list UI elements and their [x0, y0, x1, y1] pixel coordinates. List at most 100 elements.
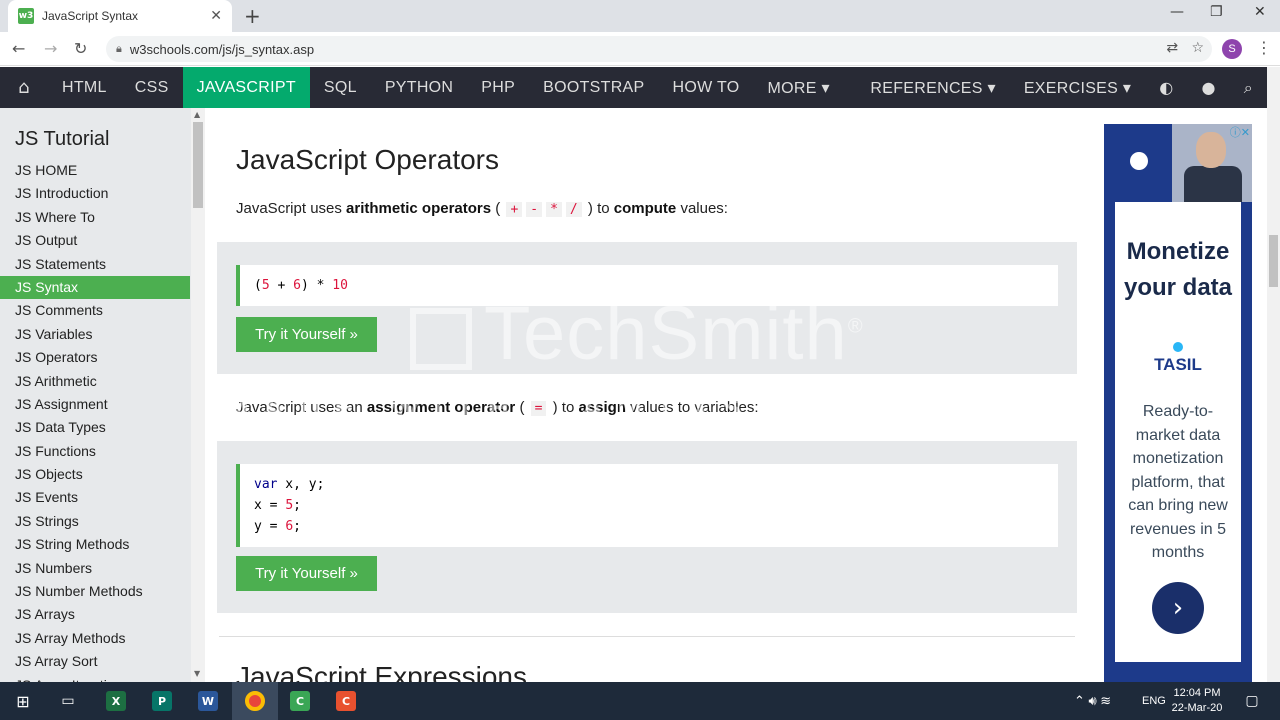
ad-arrow-button[interactable]: › [1152, 582, 1204, 634]
sidebar-link[interactable]: JS Assignment [0, 393, 190, 416]
para-text: JavaScript uses [236, 200, 347, 217]
theme-toggle-icon[interactable]: ◐ [1145, 67, 1187, 108]
address-bar-row: ← → ↻ 🔒︎ w3schools.com/js/js_syntax.asp … [0, 32, 1280, 66]
sidebar-link[interactable]: JS Variables [0, 323, 190, 346]
para-bold: assignment operator [366, 399, 516, 416]
camtasia-recorder-icon[interactable]: C [334, 682, 358, 720]
w3schools-favicon-icon: w3 [18, 8, 34, 24]
taskbar-clock[interactable]: 12:04 PM 22-Mar-20 [1168, 686, 1226, 716]
try-it-yourself-button[interactable]: Try it Yourself » [236, 556, 377, 591]
divider [219, 636, 1075, 637]
language-indicator[interactable]: ENG [1142, 682, 1166, 720]
sidebar-link[interactable]: JS Number Methods [0, 580, 190, 603]
url-text[interactable]: w3schools.com/js/js_syntax.asp [130, 42, 314, 57]
profile-avatar[interactable]: S [1222, 39, 1242, 59]
system-tray-icons[interactable]: ⌃ 🔊︎ ≋ [1074, 682, 1144, 720]
sidebar-link[interactable]: JS Introduction [0, 182, 190, 205]
sidebar-link[interactable]: JS Objects [0, 463, 190, 486]
sidebar-link[interactable]: JS Array Iteration [0, 674, 190, 682]
nav-more[interactable]: MORE ▾ [754, 67, 844, 108]
para-text: ) to [583, 200, 614, 217]
publisher-icon[interactable]: P [150, 682, 174, 720]
translate-and-star-icons[interactable]: ⇄ ☆ [1166, 40, 1204, 56]
forward-icon[interactable]: → [44, 39, 57, 58]
code-block: var x, y; x = 5; y = 6; [236, 464, 1058, 547]
url-omnibox[interactable]: 🔒︎ w3schools.com/js/js_syntax.asp ⇄ ☆ [106, 36, 1212, 62]
nav-bootstrap[interactable]: BOOTSTRAP [529, 67, 658, 108]
nav-how-to[interactable]: HOW TO [659, 67, 754, 108]
nav-references[interactable]: REFERENCES ▾ [856, 67, 1009, 108]
sidebar-title: JS Tutorial [15, 128, 110, 150]
nav-css[interactable]: CSS [121, 67, 183, 108]
example-box: (5 + 6) * 10 Try it Yourself » [217, 242, 1077, 374]
para-text: values: [676, 200, 728, 217]
notifications-icon[interactable]: ▢ [1240, 682, 1264, 720]
sidebar-link[interactable]: JS Numbers [0, 557, 190, 580]
sidebar-link[interactable]: JS Output [0, 229, 190, 252]
sidebar-link[interactable]: JS Arithmetic [0, 370, 190, 393]
new-tab-icon[interactable]: + [244, 4, 261, 28]
reload-icon[interactable]: ↻ [74, 39, 87, 58]
windows-start-icon[interactable]: ⊞ [10, 682, 36, 720]
close-tab-icon[interactable]: ✕ [210, 8, 222, 24]
close-window-icon[interactable]: ✕ [1254, 4, 1266, 20]
nav-javascript[interactable]: JAVASCRIPT [182, 67, 310, 108]
nav-php[interactable]: PHP [467, 67, 529, 108]
scroll-down-icon[interactable]: ▼ [194, 669, 200, 678]
sidebar-link[interactable]: JS Operators [0, 346, 190, 369]
nav-html[interactable]: HTML [48, 67, 121, 108]
page-scroll-thumb[interactable] [1269, 235, 1278, 287]
next-section-heading: JavaScript Expressions [236, 661, 528, 682]
sidebar-link[interactable]: JS Statements [0, 253, 190, 276]
code-line: x = 5; [254, 498, 301, 513]
excel-icon[interactable]: X [104, 682, 128, 720]
clock-date: 22-Mar-20 [1171, 702, 1223, 714]
sidebar-scroll-thumb[interactable] [193, 122, 203, 208]
nav-python[interactable]: PYTHON [371, 67, 467, 108]
scroll-up-icon[interactable]: ▲ [194, 110, 200, 119]
sidebar-link[interactable]: JS Array Sort [0, 650, 190, 673]
nav-exercises[interactable]: EXERCISES ▾ [1010, 67, 1145, 108]
nav-sql[interactable]: SQL [310, 67, 371, 108]
sidebar-link[interactable]: JS Comments [0, 299, 190, 322]
ad-photo-person [1184, 166, 1242, 202]
back-icon[interactable]: ← [12, 39, 25, 58]
page-scrollbar[interactable] [1267, 67, 1280, 682]
chrome-icon[interactable] [243, 682, 267, 720]
operator-code: / [565, 202, 582, 217]
sidebar-link[interactable]: JS String Methods [0, 533, 190, 556]
maximize-icon[interactable]: ❐ [1210, 4, 1223, 20]
ad-description: Ready-to-market data monetization platfo… [1128, 403, 1228, 561]
globe-icon[interactable]: ● [1187, 67, 1229, 108]
browser-tab[interactable]: w3 JavaScript Syntax ✕ [8, 0, 232, 32]
para-text: ( [515, 399, 529, 416]
example-box: var x, y; x = 5; y = 6; Try it Yourself … [217, 441, 1077, 613]
sidebar-link[interactable]: JS Strings [0, 510, 190, 533]
sidebar-link[interactable]: JS Functions [0, 440, 190, 463]
advertisement[interactable]: ⓘ✕ Monetize your data TASIL Ready-to-mar… [1104, 124, 1252, 682]
ad-brand-logo: TASIL [1115, 342, 1241, 375]
sidebar-link[interactable]: JS HOME [0, 159, 190, 182]
sidebar-link[interactable]: JS Where To [0, 206, 190, 229]
minimize-icon[interactable]: — [1170, 4, 1184, 20]
sidebar-link[interactable]: JS Array Methods [0, 627, 190, 650]
try-it-yourself-button[interactable]: Try it Yourself » [236, 317, 377, 352]
ad-logo-dot-icon [1173, 342, 1183, 352]
home-icon[interactable]: ⌂ [0, 67, 48, 108]
para-text: ) to [548, 399, 579, 416]
camtasia-icon[interactable]: C [288, 682, 312, 720]
browser-menu-icon[interactable]: ⋮ [1256, 38, 1272, 57]
sidebar-link[interactable]: JS Events [0, 486, 190, 509]
sidebar-link[interactable]: JS Data Types [0, 416, 190, 439]
sidebar-link-active[interactable]: JS Syntax [0, 275, 190, 300]
tutorial-sidebar: JS Tutorial JS HOME JS Introduction JS W… [0, 108, 205, 682]
word-icon[interactable]: W [196, 682, 220, 720]
sidebar-scrollbar[interactable]: ▲ ▼ [191, 108, 205, 682]
browser-tab-strip: w3 JavaScript Syntax ✕ + — ❐ ✕ [0, 0, 1280, 32]
task-view-icon[interactable]: ▭ [56, 682, 80, 720]
ad-close-icon[interactable]: ⓘ✕ [1230, 124, 1250, 140]
search-icon[interactable]: ⌕ [1230, 67, 1267, 108]
code-line: (5 + 6) * 10 [254, 278, 348, 293]
arithmetic-paragraph: JavaScript uses arithmetic operators ( +… [236, 200, 728, 217]
sidebar-link[interactable]: JS Arrays [0, 603, 190, 626]
